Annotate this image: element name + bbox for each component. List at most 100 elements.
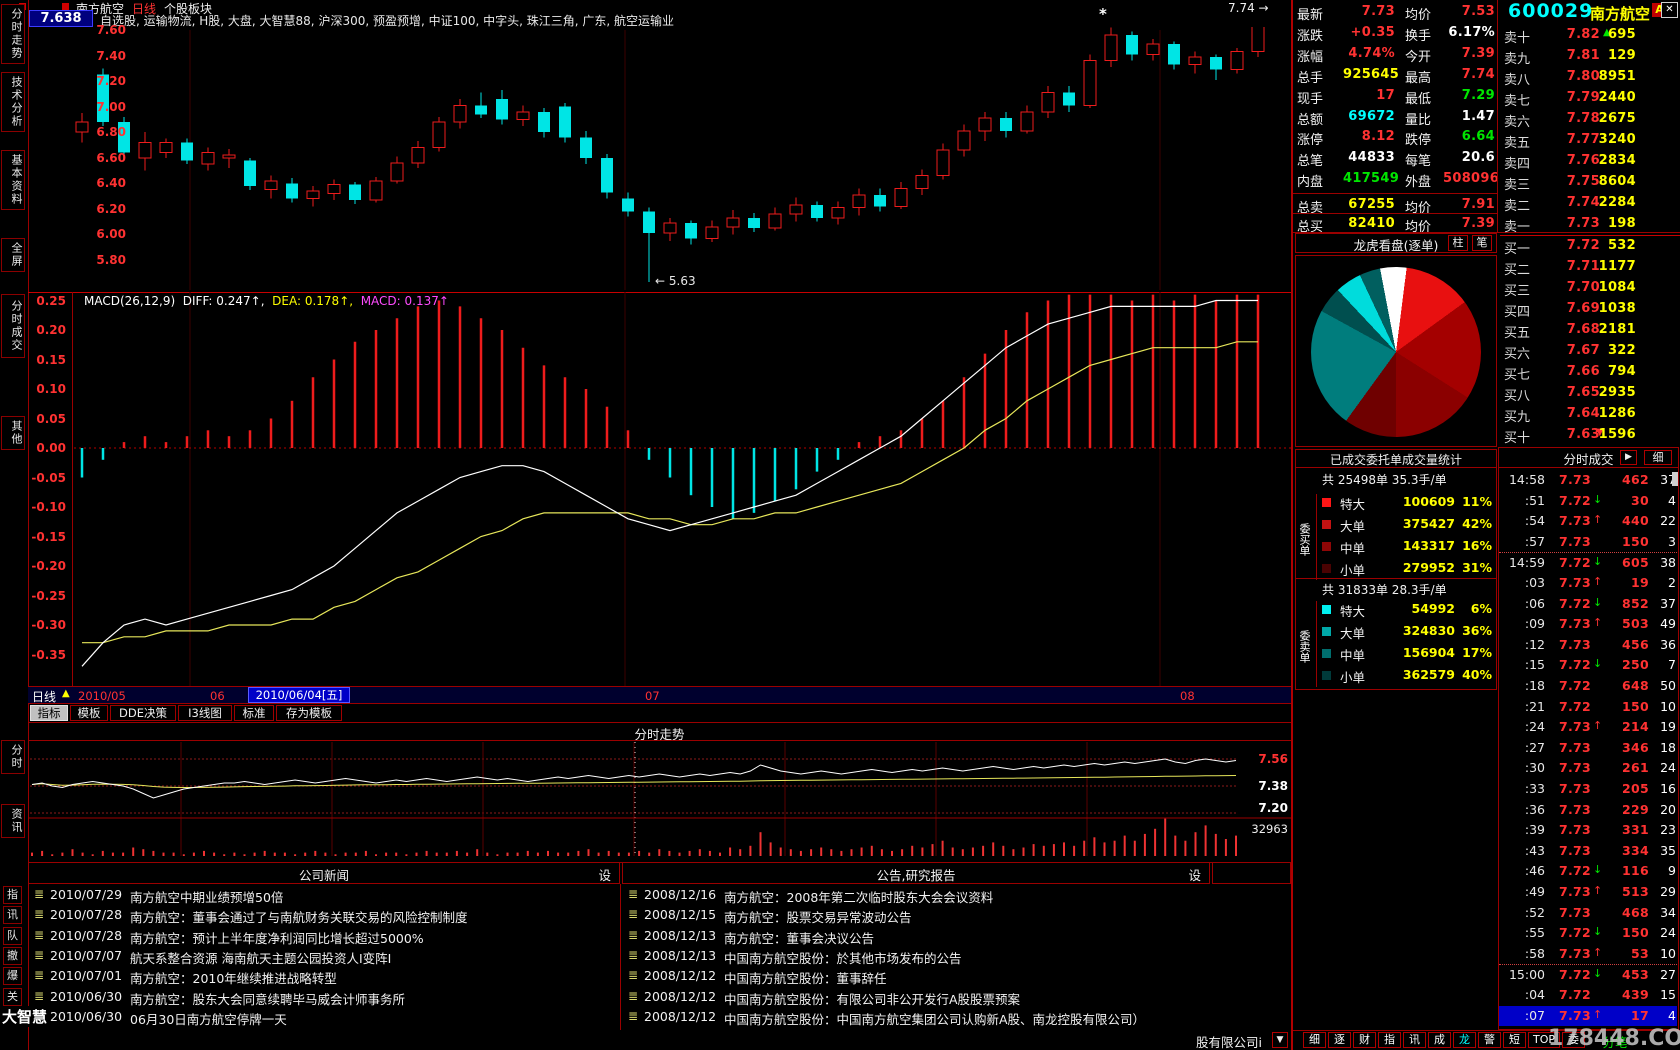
ask-row-5[interactable]: 卖五 7.77 3240 (1500, 130, 1680, 151)
bid-row-5[interactable]: 买五 7.68 2181 (1500, 320, 1680, 341)
close-icon[interactable]: ✕ (1661, 2, 1678, 18)
quote-value: 69672 (1343, 109, 1395, 124)
tape-detail-button[interactable]: 细 (1644, 450, 1672, 465)
sidebar-shortcut-4[interactable]: 撤 (3, 947, 22, 965)
sidebar-shortcut-2[interactable]: 讯 (3, 906, 22, 924)
news-row[interactable]: ≣ 2008/12/12 中国南方航空股份：董事辞任 (622, 967, 1288, 986)
toolbar-tab-2[interactable]: 模板 (70, 705, 108, 721)
bid-row-3[interactable]: 买三 7.70 1084 (1500, 278, 1680, 299)
sidebar-shortcut-6[interactable]: 关 (3, 988, 22, 1006)
tape-count: 18 (1651, 740, 1676, 755)
pie-bar-button[interactable]: 柱 (1448, 235, 1468, 251)
bid-row-4[interactable]: 买四 7.69 1038 (1500, 299, 1680, 320)
bid-row-9[interactable]: 买九 7.64 1286 (1500, 404, 1680, 425)
toolbar-tab-4[interactable]: I3线图 (178, 705, 232, 721)
news-row[interactable]: ≣ 2008/12/12 中国南方航空股份：有限公司非公开发行A股股票预案 (622, 988, 1288, 1007)
news-row[interactable]: ≣ 2010/07/28 南方航空：预计上半年度净利润同比增长超过5000% (28, 927, 618, 946)
sidebar-tab-2[interactable]: 技术分析 (1, 72, 25, 132)
kline-chart[interactable] (28, 27, 1291, 292)
macd-y-label: 0.15 (2, 353, 66, 367)
bid-row-8[interactable]: 买八 7.65 2935 (1500, 383, 1680, 404)
ask-row-6[interactable]: 卖六 7.78 2675 (1500, 109, 1680, 130)
quote-label: 跌停 (1405, 129, 1431, 148)
news-row[interactable]: ≣ 2008/12/12 中国南方航空股份：中国南方航空集团公司认购新A股、南龙… (622, 1008, 1288, 1027)
ask-row-9[interactable]: 卖九 7.81 129 (1500, 46, 1680, 67)
book-level-label: 买五 (1504, 322, 1530, 341)
macd-y-label: 0.00 (2, 441, 66, 455)
news-row[interactable]: ≣ 2010/06/30 06月30日南方航空停牌一天 (28, 1008, 618, 1027)
news-row[interactable]: ≣ 2010/07/29 南方航空中期业绩预增50倍 (28, 886, 618, 905)
news-row[interactable]: ≣ 2010/07/01 南方航空：2010年继续推进战略转型 (28, 967, 618, 986)
statusbar-button-细[interactable]: 细 (1303, 1032, 1326, 1048)
toolbar-tab-1[interactable]: 指标 (30, 705, 68, 721)
news-scroll-down-icon[interactable]: ▼ (1272, 1032, 1288, 1048)
sidebar-shortcut-3[interactable]: 队 (3, 927, 22, 945)
toolbar-tab-3[interactable]: DDE决策 (110, 705, 176, 721)
statusbar-button-龙[interactable]: 龙 (1453, 1032, 1476, 1048)
news-date: 2008/12/13 (644, 948, 716, 963)
sidebar-tab-3[interactable]: 基本资料 (1, 150, 25, 210)
tape-row: :43 7.73 334 35 (1499, 841, 1677, 861)
bid-row-7[interactable]: 买七 7.66 794 (1500, 362, 1680, 383)
news-row[interactable]: ≣ 2008/12/13 中国南方航空股份：於其他市场发布的公告 (622, 947, 1288, 966)
statusbar-button-讯[interactable]: 讯 (1403, 1032, 1426, 1048)
tape-expand-button[interactable]: ▶ (1620, 450, 1637, 465)
tape-count: 4 (1651, 1008, 1676, 1023)
sidebar-shortcut-5[interactable]: 爆 (3, 967, 22, 985)
statusbar-button-短[interactable]: 短 (1503, 1032, 1526, 1048)
statusbar-button-警[interactable]: 警 (1478, 1032, 1501, 1048)
news-corner-box (1212, 862, 1291, 884)
ask-row-2[interactable]: 卖二 7.74 2284 (1500, 193, 1680, 214)
intraday-chart[interactable] (28, 740, 1291, 862)
news-row[interactable]: ≣ 2010/07/28 南方航空：董事会通过了与南航财务关联交易的风险控制制度 (28, 906, 618, 925)
tape-time: :54 (1501, 513, 1545, 528)
book-price: 7.66 (1558, 364, 1600, 379)
bid-row-1[interactable]: 买一 7.72 532 (1500, 236, 1680, 257)
sidebar-tab-4[interactable]: 全屏 (1, 238, 25, 272)
statusbar-button-指[interactable]: 指 (1378, 1032, 1401, 1048)
ask-row-10[interactable]: 卖十 7.82 ▲ 695 (1500, 25, 1680, 46)
news-row[interactable]: ≣ 2010/07/07 航天系整合资源 海南航天主题公园投资人I变阵I (28, 947, 618, 966)
tape-scrollbar-thumb[interactable] (1672, 472, 1678, 486)
news-row[interactable]: ≣ 2010/06/30 南方航空：股东大会同意续聘毕马威会计师事务所 (28, 988, 618, 1007)
order-stats-value: 375427 (1385, 516, 1455, 531)
ask-row-8[interactable]: 卖八 7.80 8951 (1500, 67, 1680, 88)
news-right-settings-button[interactable]: 设 (1188, 865, 1201, 884)
macd-header: MACD(26,12,9) DIFF: 0.247↑, DEA: 0.178↑,… (84, 294, 449, 308)
sidebar-lower-tab-2[interactable]: 资讯 (1, 804, 25, 838)
ask-row-4[interactable]: 卖四 7.76 2834 (1500, 151, 1680, 172)
sidebar-shortcut-1[interactable]: 指 (3, 886, 22, 904)
bid-row-10[interactable]: 买十 7.63 ▼ 1596 (1500, 425, 1680, 446)
news-row[interactable]: ≣ 2008/12/16 南方航空：2008年第二次临时股东大会会议资料 (622, 886, 1288, 905)
news-doc-icon: ≣ (628, 968, 638, 982)
statusbar-button-财[interactable]: 财 (1353, 1032, 1376, 1048)
toolbar-tab-5[interactable]: 标准 (234, 705, 274, 721)
pie-chart[interactable] (1311, 267, 1481, 437)
watermark: 178448.COM (1548, 1026, 1680, 1050)
macd-chart[interactable] (74, 292, 1291, 686)
news-row[interactable]: ≣ 2008/12/13 南方航空：董事会决议公告 (622, 927, 1288, 946)
low-annotation-value: 5.63 (669, 274, 696, 288)
ask-row-1[interactable]: 卖一 7.73 198 (1500, 214, 1680, 235)
news-left-settings-button[interactable]: 设 (598, 865, 611, 884)
order-stats-side-border-buy (1316, 494, 1317, 580)
toolbar-tab-6[interactable]: 存为模板 (276, 705, 342, 721)
statusbar-button-成[interactable]: 成 (1428, 1032, 1451, 1048)
ask-row-3[interactable]: 卖三 7.75 8604 (1500, 172, 1680, 193)
order-stats-pct: 42% (1452, 516, 1492, 531)
bid-row-6[interactable]: 买六 7.67 322 (1500, 341, 1680, 362)
bid-row-2[interactable]: 买二 7.71 1177 (1500, 257, 1680, 278)
tape-volume: 150 (1603, 534, 1649, 549)
kline-y-label: 7.40 (28, 49, 126, 63)
pie-tick-button[interactable]: 笔 (1472, 235, 1492, 251)
sidebar-lower-tab-1[interactable]: 分时 (1, 740, 25, 774)
statusbar-button-逐[interactable]: 逐 (1328, 1032, 1351, 1048)
ask-row-7[interactable]: 卖七 7.79 2440 (1500, 88, 1680, 109)
sidebar-tab-1[interactable]: 分时走势 (1, 4, 25, 64)
news-row[interactable]: ≣ 2008/12/15 南方航空：股票交易异常波动公告 (622, 906, 1288, 925)
news-right-title: 公告,研究报告 (623, 865, 1209, 884)
period-arrow-icon[interactable]: ▲ (62, 688, 70, 699)
news-date: 2010/07/28 (50, 928, 122, 943)
selected-date-box[interactable]: 2010/06/04[五] (248, 687, 350, 703)
period-selector[interactable]: 日线 (32, 688, 56, 705)
